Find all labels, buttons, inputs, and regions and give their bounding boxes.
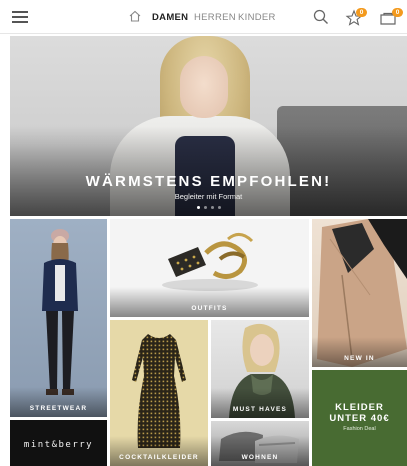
carousel-dot[interactable] <box>196 206 200 209</box>
carousel-dots[interactable] <box>10 206 407 209</box>
tab-kinder[interactable]: KINDER <box>238 12 276 23</box>
tile-wohnen[interactable]: WOHNEN <box>211 421 309 466</box>
carousel-dot[interactable] <box>210 206 214 209</box>
search-icon[interactable] <box>313 9 329 25</box>
wishlist-count-badge: 0 <box>356 8 367 17</box>
tab-damen[interactable]: DAMEN <box>152 12 188 23</box>
tile-kleider-unter-40[interactable]: KLEIDER UNTER 40€ Fashion Deal <box>312 370 407 466</box>
tab-herren[interactable]: HERREN <box>194 12 236 23</box>
cart-count-badge: 0 <box>392 8 403 17</box>
tile-label-new-in: NEW IN <box>344 355 375 362</box>
menu-icon[interactable] <box>12 11 28 23</box>
hero-banner[interactable]: WÄRMSTENS EMPFOHLEN! Begleiter mit Forma… <box>10 36 407 216</box>
hero-subtitle: Begleiter mit Format <box>174 192 243 201</box>
kleider-deal-subtitle: Fashion Deal <box>343 426 376 432</box>
tile-streetwear[interactable]: STREETWEAR <box>10 219 107 417</box>
tile-label-must-haves: MUST HAVES <box>232 406 288 413</box>
tile-label-wohnen: WOHNEN <box>241 454 279 461</box>
hero-model-face <box>180 56 228 118</box>
tile-outfits[interactable]: OUTFITS <box>110 219 309 317</box>
tile-mint-berry[interactable]: mint&berry <box>10 420 107 466</box>
kleider-deal-line2: UNTER 40€ <box>329 413 390 424</box>
tile-must-haves[interactable]: MUST HAVES <box>211 320 309 418</box>
kleider-deal-title: KLEIDER UNTER 40€ <box>312 402 407 424</box>
kleider-deal-line1: KLEIDER <box>335 402 384 413</box>
tile-new-in[interactable]: NEW IN <box>312 219 407 367</box>
tile-label-cocktailkleider: COCKTAILKLEIDER <box>119 454 199 461</box>
tile-cocktailkleider[interactable]: COCKTAILKLEIDER <box>110 320 208 466</box>
home-icon[interactable] <box>128 9 142 23</box>
mint-berry-logo: mint&berry <box>23 440 94 450</box>
carousel-dot[interactable] <box>203 206 207 209</box>
tile-label-outfits: OUTFITS <box>191 305 228 312</box>
hero-shade <box>10 126 407 216</box>
app-header: DAMEN HERREN KINDER 0 0 <box>0 0 407 34</box>
hero-title: WÄRMSTENS EMPFOHLEN! <box>85 173 332 190</box>
tile-label-streetwear: STREETWEAR <box>29 405 88 412</box>
carousel-dot[interactable] <box>217 206 221 209</box>
